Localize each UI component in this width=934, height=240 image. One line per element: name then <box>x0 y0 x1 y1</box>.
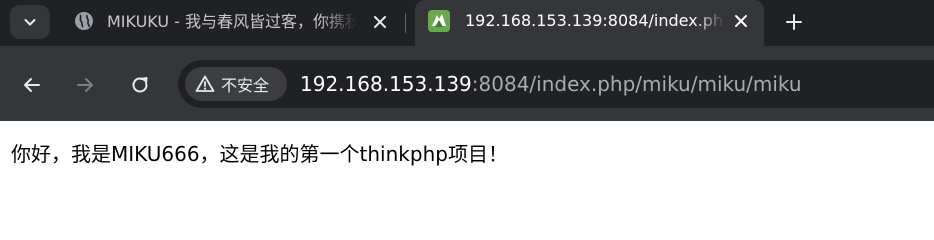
tab-strip: MIKUKU - 我与春风皆过客，你携秋水揽星河 192.168.153.139… <box>0 0 934 50</box>
close-icon <box>374 16 386 28</box>
thinkphp-favicon <box>428 10 450 32</box>
warning-icon <box>195 74 215 94</box>
new-tab-button[interactable] <box>780 8 808 36</box>
page-message: 你好，我是MIKU666，这是我的第一个thinkphp项目！ <box>11 142 508 166</box>
tab-close-button[interactable] <box>729 9 753 33</box>
url-path: :8084/index.php/miku/miku/miku <box>471 72 802 96</box>
close-icon <box>735 15 747 27</box>
url-text[interactable]: 192.168.153.139:8084/index.php/miku/miku… <box>300 72 802 96</box>
arrow-left-icon <box>24 78 40 92</box>
chevron-down-icon <box>24 19 36 26</box>
reload-icon <box>132 77 148 93</box>
tab-search-button[interactable] <box>10 5 50 39</box>
arrow-right-icon <box>77 78 93 92</box>
security-chip[interactable]: 不安全 <box>185 67 287 101</box>
tab-close-button[interactable] <box>368 10 392 34</box>
tab-divider <box>405 13 406 33</box>
browser-window: MIKUKU - 我与春风皆过客，你携秋水揽星河 192.168.153.139… <box>0 0 934 240</box>
address-bar[interactable]: 不安全 192.168.153.139:8084/index.php/miku/… <box>178 60 934 108</box>
security-label: 不安全 <box>221 76 270 95</box>
tab-active-localhost[interactable]: 192.168.153.139:8084/index.php/miku/miku… <box>415 0 764 50</box>
back-button[interactable] <box>17 70 47 100</box>
page-content: 你好，我是MIKU666，这是我的第一个thinkphp项目！ <box>0 121 934 240</box>
plus-icon <box>786 14 802 30</box>
browser-toolbar: 不安全 192.168.153.139:8084/index.php/miku/… <box>0 46 934 121</box>
reload-button[interactable] <box>125 70 155 100</box>
url-host: 192.168.153.139 <box>300 72 472 96</box>
globe-icon <box>75 12 93 30</box>
tab-mikuku[interactable]: MIKUKU - 我与春风皆过客，你携秋水揽星河 <box>62 4 402 40</box>
tab-title: 192.168.153.139:8084/index.php/miku/miku… <box>465 11 725 30</box>
forward-button[interactable] <box>70 70 100 100</box>
tab-title: MIKUKU - 我与春风皆过客，你携秋水揽星河 <box>107 12 357 31</box>
